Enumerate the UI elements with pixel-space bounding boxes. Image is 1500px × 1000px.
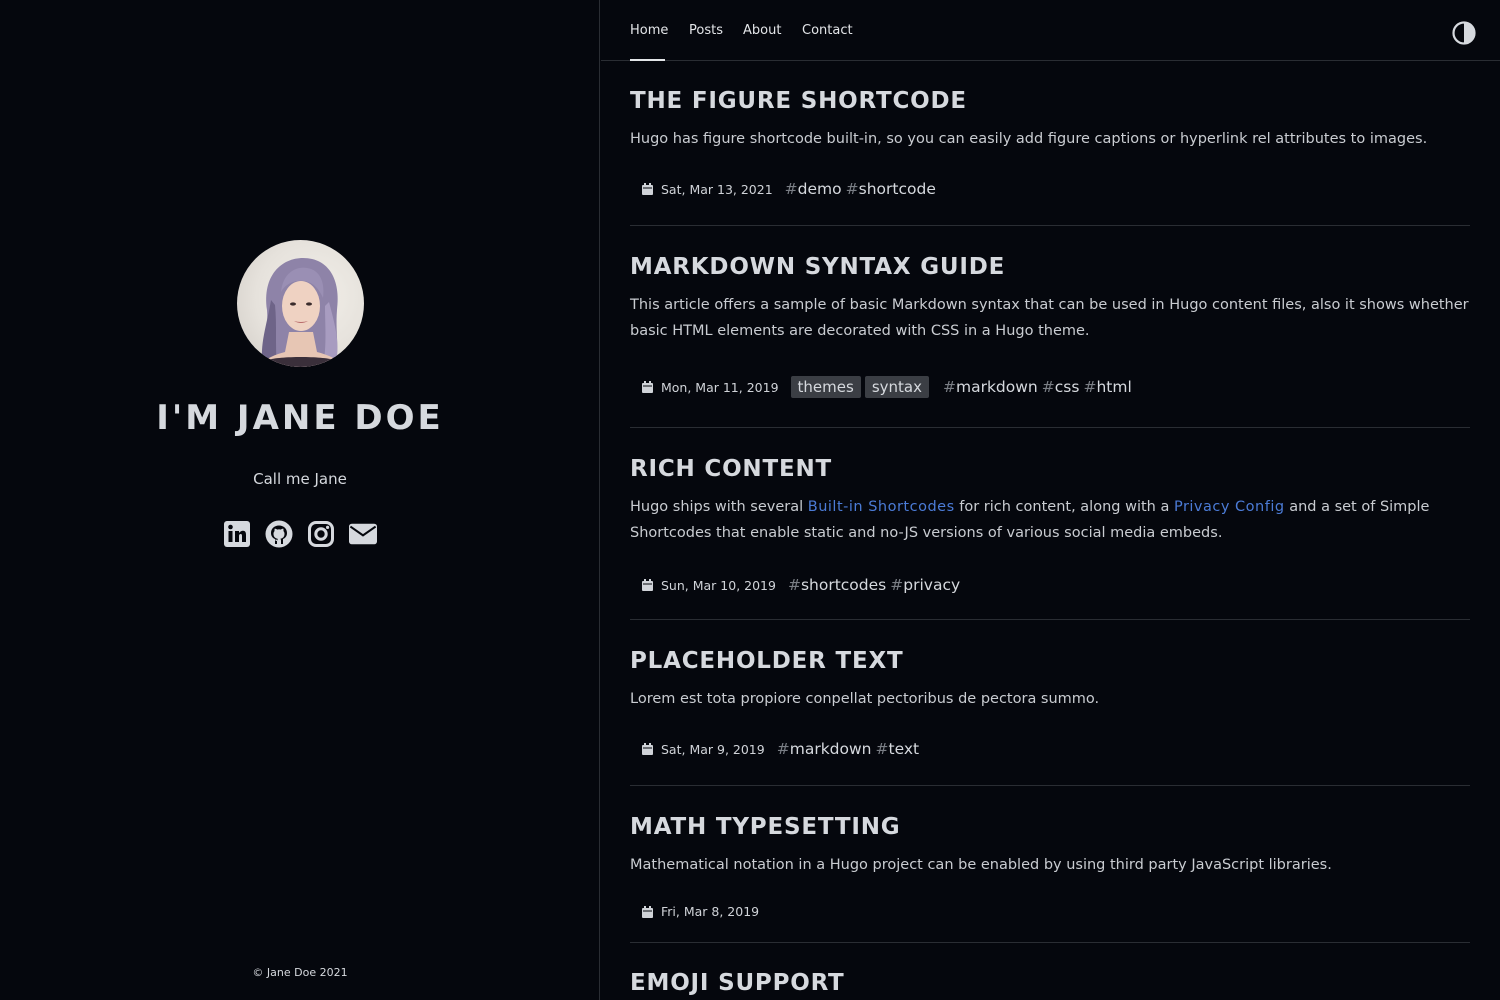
nav-posts[interactable]: Posts (689, 23, 723, 38)
category-badge[interactable]: syntax (864, 376, 929, 398)
post-date: Mon, Mar 11, 2019 (661, 379, 779, 395)
envelope-icon[interactable] (349, 520, 377, 548)
calendar-icon (642, 381, 653, 393)
tag-link[interactable]: #demo (785, 180, 842, 198)
tag-link[interactable]: #markdown (943, 378, 1038, 396)
post-date: Fri, Mar 8, 2019 (661, 904, 760, 919)
contrast-icon[interactable] (1452, 21, 1476, 45)
post-title[interactable]: MATH TYPESETTING (630, 814, 900, 840)
tag-link[interactable]: #markdown (777, 740, 872, 758)
hero-subtitle: Call me Jane (253, 470, 347, 488)
built-in-shortcodes-link[interactable]: Built-in Shortcodes (808, 499, 955, 515)
avatar (237, 240, 364, 367)
tag-link[interactable]: #privacy (890, 576, 960, 594)
post-title[interactable]: EMOJI SUPPORT (630, 970, 845, 996)
post-date: Sat, Mar 9, 2019 (661, 741, 765, 757)
calendar-icon (642, 905, 653, 918)
post-meta: Sat, Mar 13, 2021 #demo #shortcode (642, 180, 940, 198)
privacy-config-link[interactable]: Privacy Config (1174, 499, 1285, 515)
post-summary: Hugo has figure shortcode built-in, so y… (630, 131, 1428, 147)
linkedin-icon[interactable] (223, 520, 251, 548)
post-meta: Sun, Mar 10, 2019 #shortcodes #privacy (642, 576, 964, 594)
post-divider (630, 619, 1470, 620)
post-divider (630, 785, 1470, 786)
calendar-icon (642, 743, 653, 755)
nav-home[interactable]: Home (630, 23, 668, 38)
instagram-icon[interactable] (307, 520, 335, 548)
hero-title: I'M JANE DOE (156, 398, 444, 438)
calendar-icon (642, 579, 653, 591)
post-title[interactable]: RICH CONTENT (630, 456, 832, 482)
tag-link[interactable]: #css (1042, 378, 1080, 396)
top-nav: Home Posts About Contact (601, 0, 1500, 61)
post-divider (630, 942, 1470, 943)
post-meta: Sat, Mar 9, 2019 #markdown #text (642, 740, 923, 758)
nav-about[interactable]: About (743, 23, 781, 38)
copyright: © Jane Doe 2021 (252, 966, 348, 979)
post-divider (630, 225, 1470, 226)
tag-link[interactable]: #shortcode (846, 180, 936, 198)
post-summary: This article offers a sample of basic Ma… (630, 297, 1469, 339)
post-summary: Lorem est tota propiore conpellat pector… (630, 691, 1100, 707)
post-summary: Mathematical notation in a Hugo project … (630, 857, 1332, 873)
post-title[interactable]: THE FIGURE SHORTCODE (630, 88, 967, 114)
post-title[interactable]: PLACEHOLDER TEXT (630, 648, 904, 674)
nav-contact[interactable]: Contact (802, 23, 853, 38)
social-links (0, 520, 600, 548)
category-badge[interactable]: themes (790, 376, 861, 398)
post-summary: Hugo ships with several Built-in Shortco… (630, 499, 1430, 541)
calendar-icon (642, 183, 653, 195)
post-meta: Mon, Mar 11, 2019 themes syntax #markdow… (642, 376, 1136, 398)
post-title[interactable]: MARKDOWN SYNTAX GUIDE (630, 254, 1005, 280)
post-meta: Fri, Mar 8, 2019 (642, 904, 771, 919)
tag-link[interactable]: #shortcodes (788, 576, 886, 594)
category-list: themes syntax (790, 376, 933, 398)
github-icon[interactable] (265, 520, 293, 548)
profile-sidebar: I'M JANE DOE Call me Jane © Jane Doe 202… (0, 0, 600, 1000)
tag-link[interactable]: #text (876, 740, 920, 758)
tag-link[interactable]: #html (1083, 378, 1131, 396)
post-date: Sat, Mar 13, 2021 (661, 181, 773, 197)
post-date: Sun, Mar 10, 2019 (661, 577, 776, 593)
post-divider (630, 427, 1470, 428)
nav-active-indicator (630, 59, 665, 61)
